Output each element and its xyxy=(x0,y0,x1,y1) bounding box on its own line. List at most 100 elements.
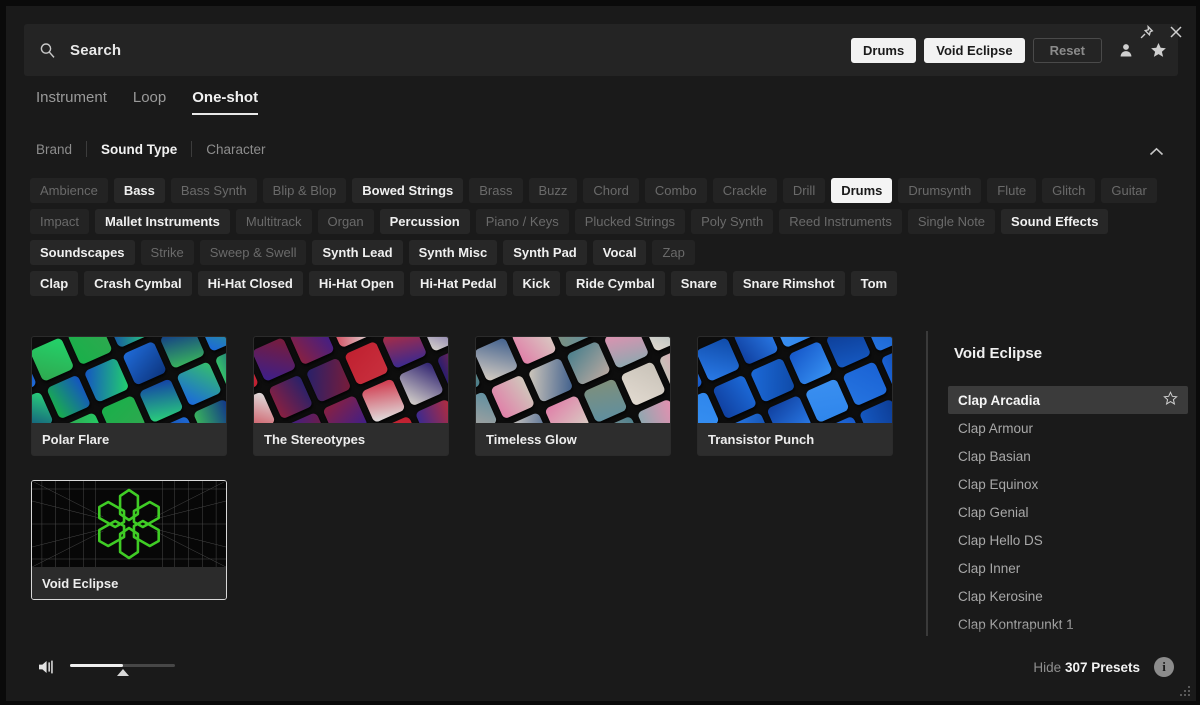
slider-thumb[interactable] xyxy=(116,669,129,676)
tag-chord[interactable]: Chord xyxy=(583,178,639,203)
tag-piano-keys[interactable]: Piano / Keys xyxy=(475,209,569,234)
resize-grip-icon[interactable] xyxy=(1178,684,1190,696)
reset-filters-button[interactable]: Reset xyxy=(1032,37,1102,63)
tag-crash-cymbal[interactable]: Crash Cymbal xyxy=(84,271,192,296)
tag-blip-blop[interactable]: Blip & Blop xyxy=(262,178,347,203)
preset-list-item[interactable]: Clap Hello DS xyxy=(948,526,1188,554)
tag-ride-cymbal[interactable]: Ride Cymbal xyxy=(566,271,665,296)
search-bar: Drums Void Eclipse Reset xyxy=(24,24,1178,76)
tag-mallet-instruments[interactable]: Mallet Instruments xyxy=(95,209,230,234)
tag-impact[interactable]: Impact xyxy=(30,209,90,234)
tag-organ[interactable]: Organ xyxy=(317,209,374,234)
volume-slider[interactable] xyxy=(70,660,175,676)
pack-card-label: The Stereotypes xyxy=(254,423,448,455)
preset-list-item[interactable]: Clap Basian xyxy=(948,442,1188,470)
tag-drums[interactable]: Drums xyxy=(831,178,893,203)
tag-bass[interactable]: Bass xyxy=(113,178,165,203)
tag-snare-rimshot[interactable]: Snare Rimshot xyxy=(732,271,845,296)
close-icon[interactable] xyxy=(1164,20,1188,44)
filter-category-tabs: Brand Sound Type Character xyxy=(36,141,280,157)
tag-percussion[interactable]: Percussion xyxy=(379,209,470,234)
pack-grid-row: Void Eclipse xyxy=(31,480,916,600)
tag-flute[interactable]: Flute xyxy=(987,178,1037,203)
tag-snare[interactable]: Snare xyxy=(670,271,727,296)
active-filter-pill-pack[interactable]: Void Eclipse xyxy=(924,37,1025,63)
tag-kick[interactable]: Kick xyxy=(512,271,560,296)
filter-tab-brand[interactable]: Brand xyxy=(36,142,86,157)
tag-combo[interactable]: Combo xyxy=(644,178,707,203)
tag-drumsynth[interactable]: Drumsynth xyxy=(898,178,982,203)
tag-hi-hat-open[interactable]: Hi-Hat Open xyxy=(308,271,404,296)
tag-guitar[interactable]: Guitar xyxy=(1101,178,1157,203)
tag-synth-lead[interactable]: Synth Lead xyxy=(312,240,403,265)
active-filter-pill-sound-type[interactable]: Drums xyxy=(851,37,917,63)
tab-instrument[interactable]: Instrument xyxy=(36,89,107,115)
tag-vocal[interactable]: Vocal xyxy=(592,240,647,265)
filter-tab-sound-type[interactable]: Sound Type xyxy=(87,142,191,157)
pack-card-the-stereotypes[interactable]: The Stereotypes xyxy=(253,336,449,456)
preset-list-item[interactable]: Clap Equinox xyxy=(948,470,1188,498)
tab-one-shot[interactable]: One-shot xyxy=(192,89,259,115)
tab-loop[interactable]: Loop xyxy=(133,89,166,115)
tag-clap[interactable]: Clap xyxy=(30,271,79,296)
preset-item-label: Clap Genial xyxy=(958,504,1029,520)
preset-item-label: Clap Basian xyxy=(958,448,1031,464)
preset-list-item[interactable]: Clap Inner xyxy=(948,554,1188,582)
tag-plucked-strings[interactable]: Plucked Strings xyxy=(574,209,686,234)
preset-count-label: 307 Presets xyxy=(1064,659,1140,675)
pack-card-void-eclipse[interactable]: Void Eclipse xyxy=(31,480,227,600)
slider-fill xyxy=(70,664,123,667)
search-icon xyxy=(24,42,70,59)
tag-soundscapes[interactable]: Soundscapes xyxy=(30,240,135,265)
tag-hi-hat-pedal[interactable]: Hi-Hat Pedal xyxy=(409,271,507,296)
preset-list-item[interactable]: Clap Arcadia xyxy=(948,386,1188,414)
pack-artwork xyxy=(698,337,892,423)
pack-artwork xyxy=(32,481,226,567)
pack-artwork-tiles xyxy=(254,337,448,423)
tag-multitrack[interactable]: Multitrack xyxy=(235,209,312,234)
tag-drill[interactable]: Drill xyxy=(782,178,826,203)
hide-presets-button[interactable]: Hide 307 Presets xyxy=(1033,660,1140,675)
tag-zap[interactable]: Zap xyxy=(652,240,695,265)
tag-synth-misc[interactable]: Synth Misc xyxy=(408,240,498,265)
pack-artwork xyxy=(254,337,448,423)
pack-card-timeless-glow[interactable]: Timeless Glow xyxy=(475,336,671,456)
tag-synth-pad[interactable]: Synth Pad xyxy=(503,240,587,265)
void-eclipse-logo-artwork xyxy=(32,481,226,567)
search-input[interactable] xyxy=(70,41,852,59)
pack-artwork-tiles xyxy=(32,337,226,423)
chevron-up-icon[interactable] xyxy=(1144,141,1168,161)
filter-tab-character[interactable]: Character xyxy=(192,142,279,157)
preset-list-item[interactable]: Clap Armour xyxy=(948,414,1188,442)
pack-card-label: Transistor Punch xyxy=(698,423,892,455)
preset-list[interactable]: Clap Arcadia Clap Armour Clap Basian Clap E… xyxy=(948,386,1188,638)
favorite-star-icon[interactable] xyxy=(1163,391,1178,409)
tag-tom[interactable]: Tom xyxy=(850,271,898,296)
pack-grid-row: Polar Flare The Stereotypes Timeless Glow T… xyxy=(31,336,916,456)
tag-brass[interactable]: Brass xyxy=(469,178,523,203)
tag-glitch[interactable]: Glitch xyxy=(1042,178,1096,203)
search-bar-actions: Drums Void Eclipse Reset xyxy=(851,37,1178,63)
speaker-icon[interactable] xyxy=(38,659,58,675)
preset-list-item[interactable]: Clap Kerosine xyxy=(948,582,1188,610)
tag-poly-synth[interactable]: Poly Synth xyxy=(691,209,774,234)
tag-sweep-swell[interactable]: Sweep & Swell xyxy=(199,240,307,265)
preset-list-item[interactable]: Clap Genial xyxy=(948,498,1188,526)
info-icon[interactable]: i xyxy=(1154,657,1174,677)
tag-single-note[interactable]: Single Note xyxy=(907,209,996,234)
pack-card-polar-flare[interactable]: Polar Flare xyxy=(31,336,227,456)
tag-buzz[interactable]: Buzz xyxy=(528,178,578,203)
tag-ambience[interactable]: Ambience xyxy=(30,178,108,203)
tag-sound-effects[interactable]: Sound Effects xyxy=(1001,209,1109,234)
tag-reed-instruments[interactable]: Reed Instruments xyxy=(779,209,902,234)
pack-grid: Polar Flare The Stereotypes Timeless Glow T… xyxy=(31,336,916,624)
tag-bass-synth[interactable]: Bass Synth xyxy=(170,178,257,203)
preset-panel-title: Void Eclipse xyxy=(954,345,1043,362)
tag-hi-hat-closed[interactable]: Hi-Hat Closed xyxy=(197,271,303,296)
tag-strike[interactable]: Strike xyxy=(140,240,194,265)
tag-crackle[interactable]: Crackle xyxy=(712,178,777,203)
preset-item-label: Clap Hello DS xyxy=(958,532,1043,548)
pin-icon[interactable] xyxy=(1134,20,1158,44)
pack-card-transistor-punch[interactable]: Transistor Punch xyxy=(697,336,893,456)
tag-bowed-strings[interactable]: Bowed Strings xyxy=(352,178,464,203)
